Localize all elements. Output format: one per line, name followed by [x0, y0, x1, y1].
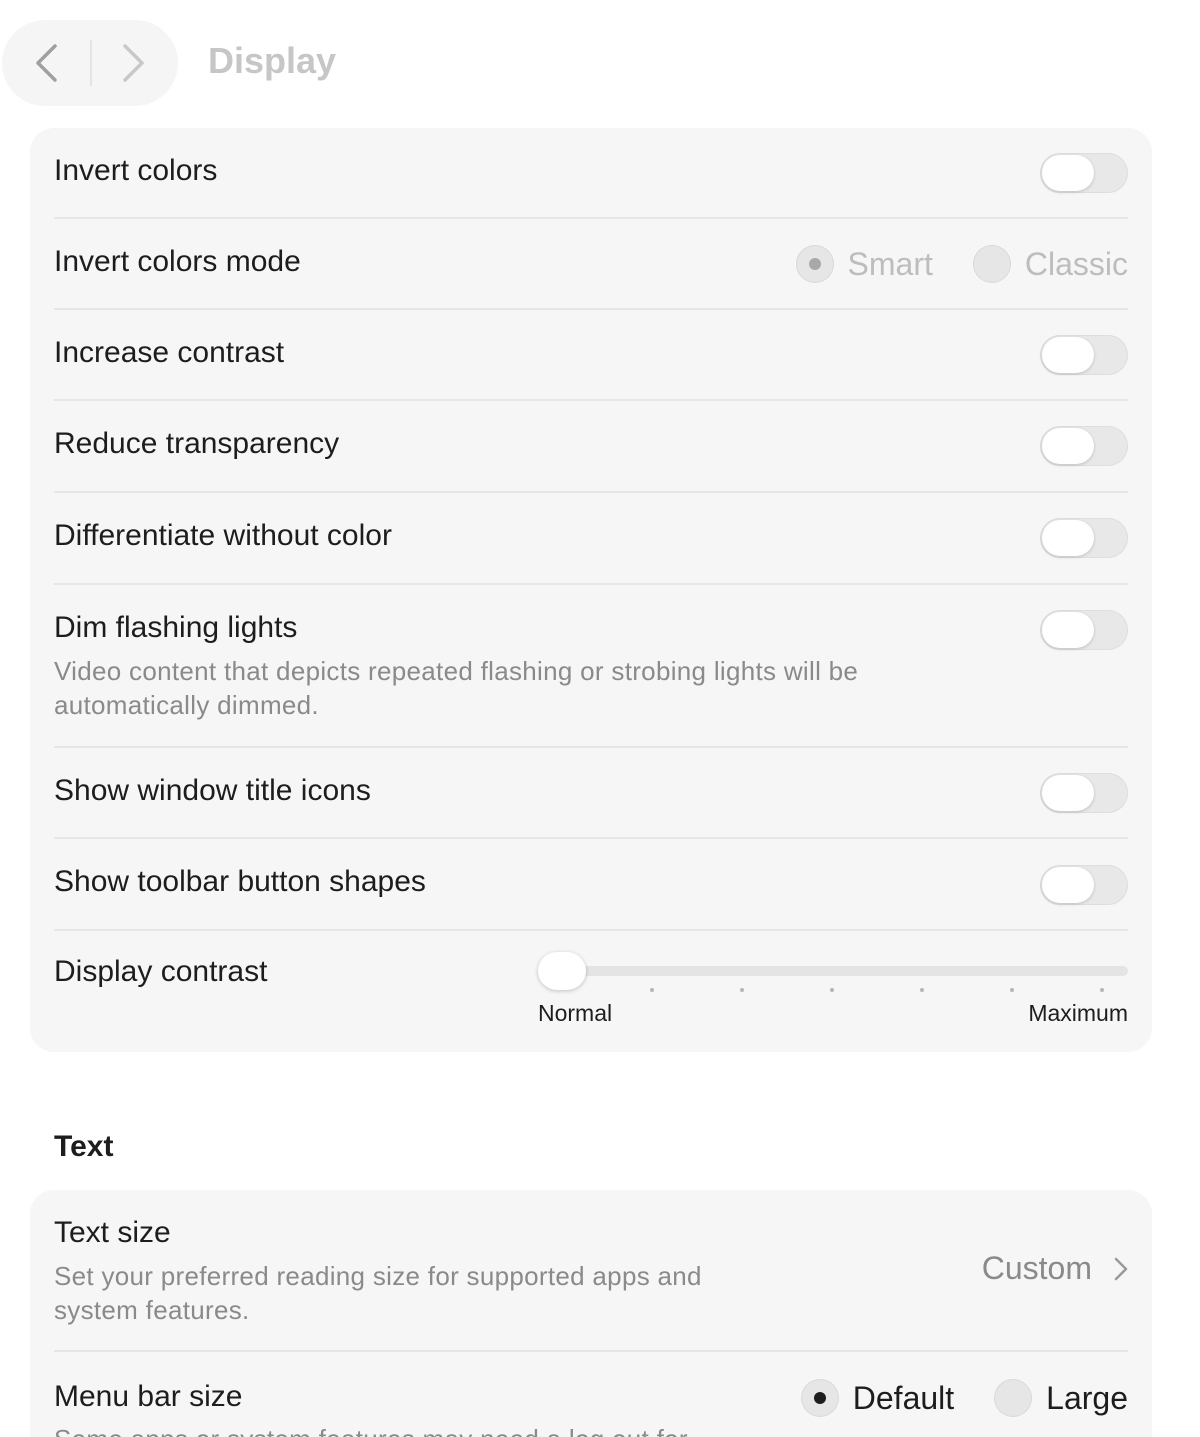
- slider-tick: [740, 988, 744, 992]
- show-window-title-icons-toggle[interactable]: [1040, 773, 1128, 813]
- show-toolbar-button-shapes-label: Show toolbar button shapes: [54, 865, 426, 898]
- text-section-heading: Text: [54, 1130, 114, 1163]
- toggle-knob: [1042, 337, 1094, 373]
- invert-colors-label: Invert colors: [54, 154, 218, 187]
- show-toolbar-button-shapes-toggle[interactable]: [1040, 865, 1128, 905]
- radio-smart-label: Smart: [847, 245, 933, 282]
- row-show-window-title-icons: Show window title icons: [30, 748, 1152, 838]
- row-show-toolbar-button-shapes: Show toolbar button shapes: [30, 839, 1152, 929]
- display-contrast-label: Display contrast: [54, 955, 268, 988]
- increase-contrast-label: Increase contrast: [54, 336, 285, 369]
- dim-flashing-lights-label: Dim flashing lights: [54, 611, 298, 644]
- page-title: Display: [208, 40, 337, 81]
- radio-circle: [994, 1379, 1033, 1417]
- description-line: Set your preferred reading size for supp…: [54, 1261, 702, 1291]
- radio-classic[interactable]: Classic: [972, 245, 1128, 283]
- row-reduce-transparency: Reduce transparency: [30, 401, 1152, 491]
- slider-tick: [830, 988, 834, 992]
- radio-large-label: Large: [1046, 1379, 1128, 1416]
- text-settings-card: Text size Set your preferred reading siz…: [30, 1190, 1152, 1437]
- description-line: Video content that depicts repeated flas…: [54, 656, 859, 686]
- differentiate-without-color-label: Differentiate without color: [54, 519, 392, 552]
- chevron-right-icon: [123, 44, 144, 82]
- radio-classic-label: Classic: [1024, 245, 1128, 282]
- reduce-transparency-toggle[interactable]: [1040, 426, 1128, 466]
- slider-thumb[interactable]: [538, 952, 586, 990]
- display-contrast-slider[interactable]: Normal Maximum: [538, 948, 1128, 1028]
- invert-colors-mode-label: Invert colors mode: [54, 245, 301, 278]
- show-window-title-icons-label: Show window title icons: [54, 774, 371, 807]
- differentiate-without-color-toggle[interactable]: [1040, 518, 1128, 558]
- slider-track: [538, 966, 1128, 976]
- dim-flashing-lights-toggle[interactable]: [1040, 610, 1128, 650]
- description-line: automatically dimmed.: [54, 690, 319, 720]
- menu-bar-size-radio-group: Default Large: [800, 1379, 1128, 1417]
- row-invert-colors-mode: Invert colors mode Smart Classic: [30, 219, 1152, 309]
- reduce-transparency-label: Reduce transparency: [54, 427, 340, 460]
- toggle-knob: [1042, 428, 1094, 464]
- row-differentiate-without-color: Differentiate without color: [30, 493, 1152, 583]
- menu-bar-size-description: Some apps or system features may need a …: [54, 1422, 954, 1437]
- row-text-size[interactable]: Text size Set your preferred reading siz…: [30, 1190, 1152, 1350]
- radio-circle: [795, 245, 834, 283]
- text-size-value: Custom: [981, 1250, 1092, 1286]
- text-size-value-link[interactable]: Custom: [982, 1250, 1128, 1287]
- radio-default[interactable]: Default: [800, 1379, 955, 1417]
- slider-min-label: Normal: [538, 1000, 613, 1026]
- radio-smart[interactable]: Smart: [795, 245, 933, 283]
- slider-tick: [650, 988, 654, 992]
- radio-dot: [813, 1392, 826, 1404]
- chevron-left-icon: [36, 44, 57, 82]
- slider-tick: [1100, 988, 1104, 992]
- invert-colors-mode-radio-group: Smart Classic: [795, 245, 1128, 283]
- increase-contrast-toggle[interactable]: [1040, 335, 1128, 375]
- menu-bar-size-label: Menu bar size: [54, 1380, 243, 1413]
- display-settings-page: Display Invert colors Invert colors mode…: [0, 0, 1200, 1437]
- invert-colors-toggle[interactable]: [1040, 153, 1128, 193]
- chevron-right-icon: [1114, 1257, 1128, 1280]
- text-size-description: Set your preferred reading size for supp…: [54, 1259, 954, 1327]
- description-line: Some apps or system features may need a …: [54, 1422, 954, 1437]
- text-size-label: Text size: [54, 1216, 171, 1249]
- row-invert-colors: Invert colors: [30, 128, 1152, 218]
- radio-dot: [808, 258, 821, 270]
- row-increase-contrast: Increase contrast: [30, 310, 1152, 400]
- row-menu-bar-size: Menu bar size Some apps or system featur…: [30, 1352, 1152, 1437]
- display-settings-card: Invert colors Invert colors mode Smart C…: [30, 128, 1152, 1052]
- description-line: system features.: [54, 1295, 250, 1325]
- radio-default-label: Default: [852, 1379, 955, 1416]
- toggle-knob: [1042, 612, 1094, 648]
- toggle-knob: [1042, 520, 1094, 556]
- toggle-knob: [1042, 155, 1094, 191]
- row-dim-flashing-lights: Dim flashing lights Video content that d…: [30, 585, 1152, 745]
- radio-circle: [972, 245, 1011, 283]
- slider-max-label: Maximum: [1028, 1000, 1128, 1026]
- back-button[interactable]: [2, 20, 90, 106]
- radio-large[interactable]: Large: [994, 1379, 1128, 1417]
- dim-flashing-lights-description: Video content that depicts repeated flas…: [54, 654, 954, 722]
- toggle-knob: [1042, 775, 1094, 811]
- slider-tick: [920, 988, 924, 992]
- radio-circle: [800, 1379, 839, 1417]
- navigation-controls: [2, 20, 178, 106]
- slider-tick: [1010, 988, 1014, 992]
- forward-button[interactable]: [90, 20, 178, 106]
- toggle-knob: [1042, 867, 1094, 903]
